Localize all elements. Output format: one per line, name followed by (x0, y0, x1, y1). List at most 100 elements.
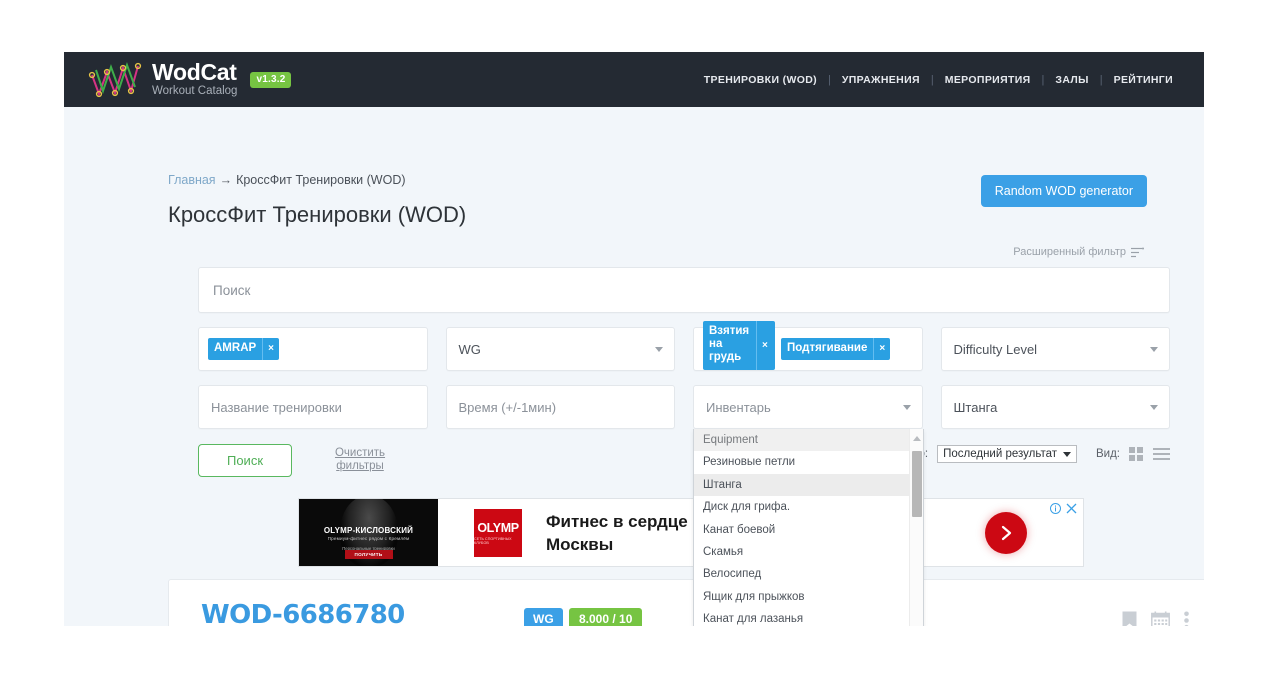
filter-cell-exercises: Взятия на грудь × Подтягивание × (693, 321, 923, 371)
dropdown-option[interactable]: Канат для лазанья (694, 608, 909, 626)
nav-item-ratings[interactable]: РЕЙТИНГИ (1103, 74, 1184, 86)
grid-view-icon[interactable] (1129, 447, 1144, 461)
dropdown-option[interactable]: Ящик для прыжков (694, 586, 909, 608)
advertisement-banner[interactable]: OLYMP-КИСЛОВСКИЙ Премиум-фитнес рядом с … (298, 498, 1084, 567)
wod-score-badge: 8.000 / 10 (569, 608, 643, 626)
scroll-up-arrow-icon[interactable] (910, 431, 923, 445)
dropdown-option-selected[interactable]: Штанга (694, 473, 909, 497)
calendar-icon[interactable] (1151, 611, 1170, 626)
wg-select[interactable]: WG (445, 327, 675, 371)
wod-wg-badge: WG (524, 608, 563, 626)
barbell-select-value: Штанга (953, 399, 998, 415)
difficulty-level-value: Difficulty Level (953, 341, 1038, 357)
filter-cell-workout-name: Название тренировки (198, 385, 428, 429)
tag-remove-icon[interactable]: × (756, 321, 773, 370)
version-badge: v1.3.2 (250, 71, 292, 88)
dropdown-option[interactable]: Диск для грифа. (694, 496, 909, 518)
wod-title[interactable]: WOD-6686780 (201, 600, 405, 626)
wod-card-actions (1122, 611, 1189, 626)
site-header: WodCat Workout Catalog v1.3.2 ТРЕНИРОВКИ… (64, 52, 1204, 107)
filter-cell-time: Время (+/-1мин) (445, 385, 675, 429)
nav-item-workouts[interactable]: ТРЕНИРОВКИ (WOD) (693, 74, 828, 86)
chevron-down-icon (1150, 405, 1158, 410)
advanced-filter-label: Расширенный фильтр (1013, 246, 1126, 258)
ad-controls (1050, 503, 1077, 514)
tag-label: Подтягивание (787, 342, 868, 354)
ad-image: OLYMP-КИСЛОВСКИЙ Премиум-фитнес рядом с … (299, 499, 438, 566)
advanced-filter-toggle[interactable]: Расширенный фильтр (1013, 246, 1144, 258)
browser-viewport: WodCat Workout Catalog v1.3.2 ТРЕНИРОВКИ… (64, 52, 1204, 626)
search-input[interactable]: Поиск (198, 267, 1170, 313)
ad-logo: OLYMP СЕТЬ СПОРТИВНЫХ КЛУБОВ (474, 508, 522, 557)
tag-remove-icon[interactable]: × (262, 338, 279, 360)
clear-filters-link[interactable]: Очистить фильтры (329, 447, 391, 473)
chevron-right-icon (1001, 525, 1011, 540)
search-submit-button[interactable]: Поиск (198, 443, 292, 477)
breadcrumb-arrow: → (219, 173, 233, 187)
ad-logo-subtext: СЕТЬ СПОРТИВНЫХ КЛУБОВ (474, 536, 512, 545)
close-icon[interactable] (1066, 503, 1077, 514)
workout-name-placeholder: Название тренировки (211, 399, 342, 415)
filter-cell-type: AMRAP × (198, 327, 428, 371)
nav-item-events[interactable]: МЕРОПРИЯТИЯ (934, 74, 1042, 86)
main-nav: ТРЕНИРОВКИ (WOD) | УПРАЖНЕНИЯ | МЕРОПРИЯ… (693, 74, 1184, 86)
tag-amrap: AMRAP × (208, 338, 280, 360)
ad-cta-button[interactable] (985, 511, 1027, 554)
dropdown-option[interactable]: Велосипед (694, 563, 909, 585)
search-placeholder: Поиск (213, 282, 251, 298)
sort-select[interactable]: Последний результат (937, 445, 1077, 463)
tag-label: Взятия на грудь (709, 325, 750, 363)
ad-logo-text: OLYMP (477, 520, 519, 535)
dropdown-scrollbar[interactable] (909, 429, 923, 626)
equipment-select-value: Инвентарь (706, 399, 771, 415)
time-input[interactable]: Время (+/-1мин) (445, 385, 675, 429)
brand-logo[interactable]: WodCat Workout Catalog v1.3.2 (87, 59, 292, 99)
chevron-down-icon (1150, 347, 1158, 352)
workout-type-tag-field[interactable]: AMRAP × (198, 327, 428, 371)
equipment-dropdown-list: Equipment Резиновые петли Штанга Диск дл… (694, 429, 909, 626)
more-vertical-icon[interactable] (1184, 611, 1189, 626)
breadcrumb-home[interactable]: Главная (168, 173, 216, 187)
tag-remove-icon[interactable]: × (873, 338, 890, 360)
exercise-tag-field[interactable]: Взятия на грудь × Подтягивание × (693, 321, 923, 371)
screenshot-root: WodCat Workout Catalog v1.3.2 ТРЕНИРОВКИ… (0, 0, 1268, 698)
dropdown-option[interactable]: Канат боевой (694, 519, 909, 541)
dropdown-option[interactable]: Резиновые петли (694, 451, 909, 473)
filter-row-1: AMRAP × WG Взятия на грудь × Подтягивани… (198, 321, 1170, 371)
filter-panel: Поиск AMRAP × WG Взятия на грудь × Подтя… (198, 267, 1170, 626)
bookmark-icon[interactable] (1122, 611, 1137, 626)
adchoices-info-icon[interactable] (1050, 503, 1061, 514)
brand-subtitle: Workout Catalog (152, 85, 238, 97)
list-view-icon[interactable] (1153, 447, 1170, 461)
time-placeholder: Время (+/-1мин) (458, 399, 557, 415)
ad-image-title: OLYMP-КИСЛОВСКИЙ (323, 526, 414, 535)
filter-cell-difficulty: Difficulty Level (940, 327, 1170, 371)
tag-label: AMRAP (214, 342, 257, 354)
breadcrumb: Главная → КроссФит Тренировки (WOD) (168, 173, 406, 187)
wod-result-card[interactable]: WOD-6686780 WG 8.000 / 10 Couplet | For-… (168, 579, 1204, 626)
ad-image-subtitle: Премиум-фитнес рядом с Кремлём (327, 536, 410, 541)
equipment-dropdown-menu[interactable]: Equipment Резиновые петли Штанга Диск дл… (693, 429, 924, 626)
filter-cell-wg: WG (445, 327, 675, 371)
wg-select-value: WG (458, 341, 481, 357)
nav-item-exercises[interactable]: УПРАЖНЕНИЯ (831, 74, 931, 86)
barbell-select[interactable]: Штанга (940, 385, 1170, 429)
wodcat-w-logo-icon (88, 61, 142, 97)
filter-cell-barbell: Штанга (940, 385, 1170, 429)
equipment-select[interactable]: Инвентарь (693, 385, 923, 429)
workout-name-input[interactable]: Название тренировки (198, 385, 428, 429)
filter-row-2: Название тренировки Время (+/-1мин) Инве… (198, 385, 1170, 626)
brand-title: WodCat (152, 59, 237, 85)
dropdown-option[interactable]: Скамья (694, 541, 909, 563)
dropdown-group-header: Equipment (694, 429, 909, 452)
nav-item-gyms[interactable]: ЗАЛЫ (1044, 74, 1099, 86)
chevron-down-icon (902, 405, 911, 410)
random-wod-generator-button[interactable]: Random WOD generator (980, 175, 1147, 207)
difficulty-level-select[interactable]: Difficulty Level (940, 327, 1170, 371)
filter-actions: Поиск Очистить фильтры Показать по: Посл… (198, 443, 1170, 477)
ad-image-button[interactable]: ПОЛУЧИТЬ (344, 550, 393, 559)
breadcrumb-current: КроссФит Тренировки (WOD) (236, 173, 406, 187)
filter-sliders-icon (1131, 247, 1144, 257)
scrollbar-thumb[interactable] (912, 451, 922, 517)
tag-pullup: Подтягивание × (781, 338, 891, 360)
